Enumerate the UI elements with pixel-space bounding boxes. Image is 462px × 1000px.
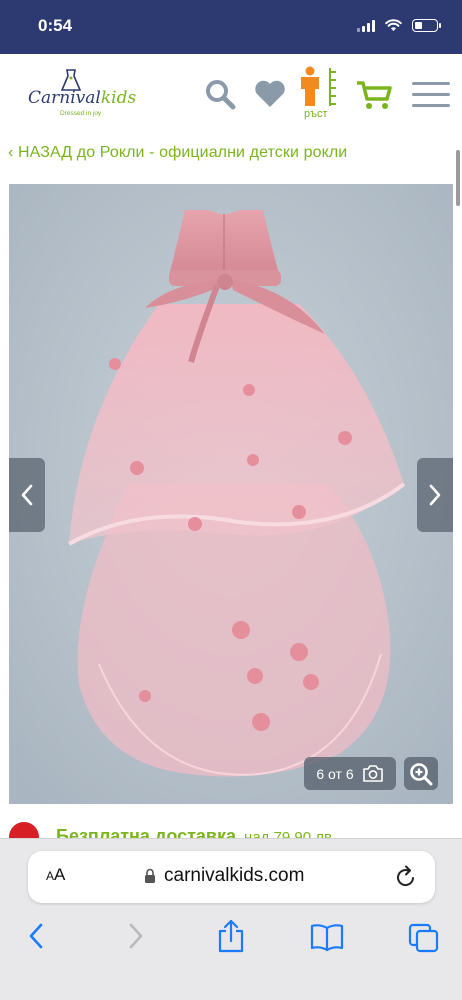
logo-tagline: Dressed in joy <box>60 110 102 117</box>
back-to-category-link[interactable]: ‹ НАЗАД до Рокли - официални детски рокл… <box>8 144 347 162</box>
size-label[interactable]: ръст <box>304 108 328 120</box>
status-time: 0:54 <box>38 16 73 35</box>
browser-toolbar: AA carnivalkids.com <box>0 838 462 1000</box>
bookmarks-icon[interactable] <box>310 919 344 953</box>
zoom-in-icon <box>410 762 433 785</box>
aa-small: A <box>46 869 55 883</box>
chevron-left-icon <box>21 484 33 506</box>
site-logo[interactable]: Carnivalkids Dressed in joy <box>28 68 138 124</box>
heart-icon[interactable] <box>254 80 286 108</box>
status-icons <box>357 19 441 32</box>
cart-icon[interactable] <box>356 80 392 110</box>
wifi-icon <box>385 19 402 31</box>
gallery-next-button[interactable] <box>417 458 453 532</box>
back-icon[interactable] <box>26 919 46 953</box>
battery-icon <box>412 19 441 32</box>
chevron-right-icon <box>429 484 441 506</box>
status-bar: 0:54 <box>0 0 462 54</box>
logo-name-part1: Carnival <box>28 88 101 108</box>
search-icon[interactable] <box>204 78 236 110</box>
reader-settings-button[interactable]: AA <box>46 865 65 885</box>
gallery-prev-button[interactable] <box>9 458 45 532</box>
url-text: carnivalkids.com <box>164 865 305 886</box>
forward-icon[interactable] <box>126 919 146 953</box>
share-icon[interactable] <box>216 919 246 953</box>
tabs-icon[interactable] <box>408 919 440 953</box>
signal-icon <box>357 19 375 32</box>
dress-photo <box>9 184 453 804</box>
camera-icon <box>362 765 383 782</box>
logo-text: Carnivalkids <box>28 88 136 108</box>
battery-fill <box>415 22 422 29</box>
height-icon[interactable] <box>296 66 342 108</box>
menu-icon[interactable] <box>412 80 450 110</box>
logo-name-part2: kids <box>100 88 137 108</box>
address-bar[interactable]: AA carnivalkids.com <box>28 851 435 903</box>
site-header: Carnivalkids Dressed in joy ръст <box>0 54 462 138</box>
aa-large: A <box>54 865 66 884</box>
lock-icon <box>145 868 155 883</box>
gallery-counter[interactable]: 6 от 6 <box>304 757 396 790</box>
product-image[interactable] <box>9 184 453 804</box>
reload-icon[interactable] <box>395 865 417 889</box>
page-scrollbar[interactable] <box>456 150 460 206</box>
gallery-counter-text: 6 от 6 <box>316 765 354 782</box>
zoom-button[interactable] <box>404 757 438 790</box>
